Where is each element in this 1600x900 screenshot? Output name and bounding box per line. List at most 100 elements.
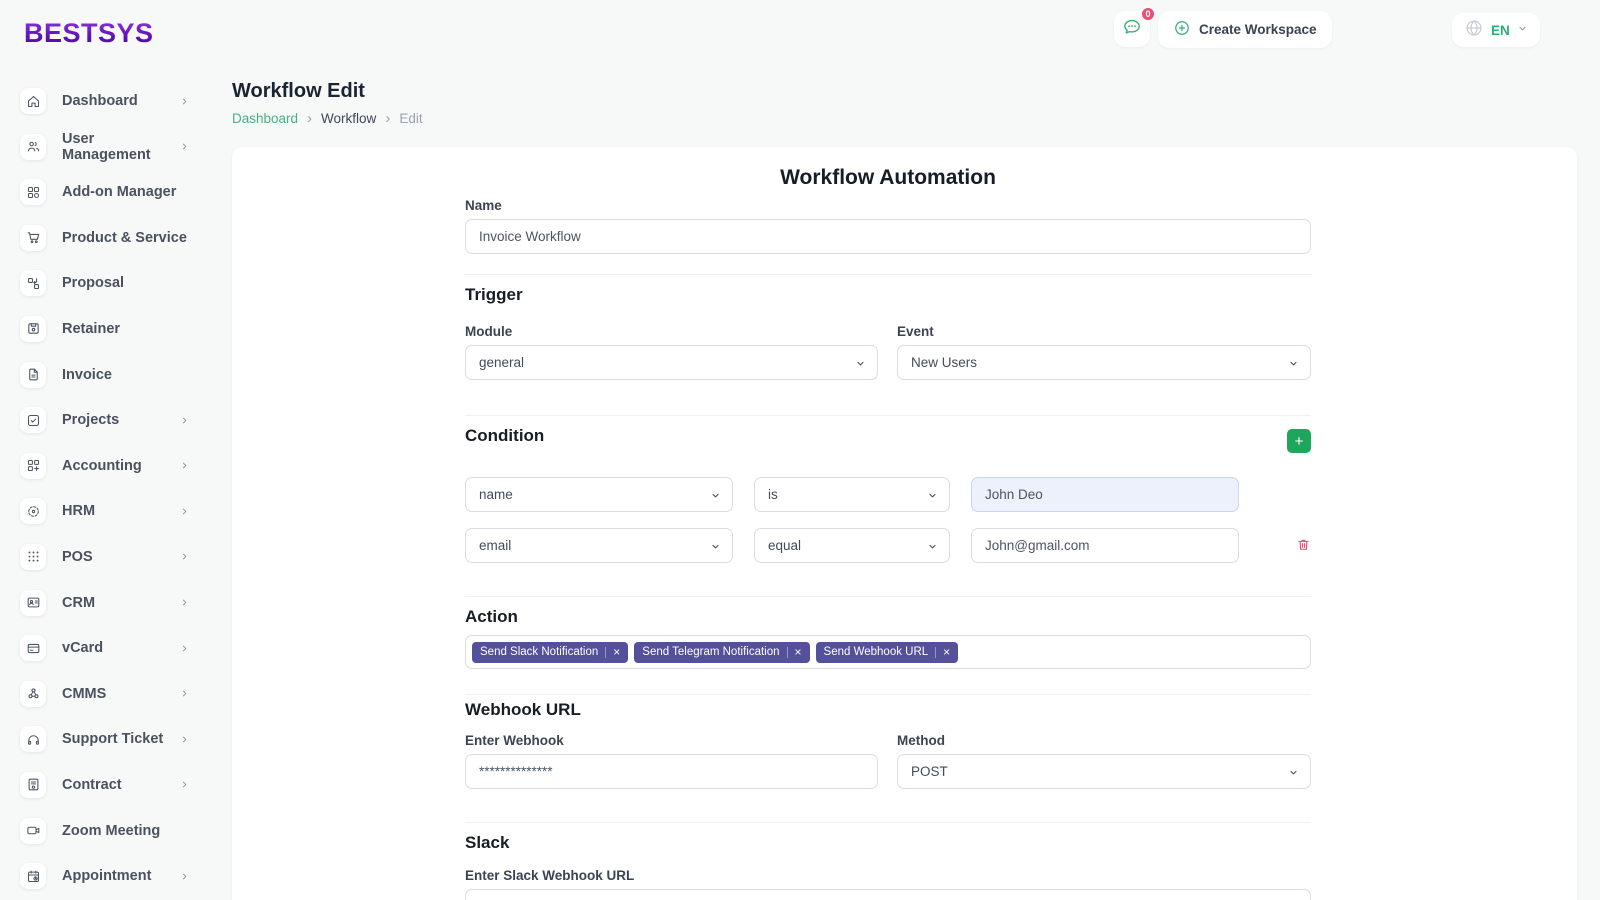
sidebar-item-label: User Management [62, 131, 180, 163]
method-select-value: POST [911, 764, 948, 779]
remove-tag-button[interactable]: × [795, 646, 802, 658]
condition-operator-select[interactable]: is [754, 477, 950, 512]
page-title: Workflow Edit [232, 80, 423, 103]
sidebar-item-cmms[interactable]: CMMS [0, 681, 207, 707]
document-seal-icon [20, 772, 46, 798]
chevron-down-icon [1517, 21, 1528, 39]
chat-button[interactable]: 0 [1114, 11, 1150, 47]
chevron-right-icon [180, 780, 189, 789]
sidebar-item-label: Accounting [62, 458, 180, 474]
credit-card-icon [20, 635, 46, 661]
sidebar-item-invoice[interactable]: Invoice [0, 362, 207, 388]
users-icon [20, 134, 46, 160]
event-select[interactable]: New Users [897, 345, 1311, 380]
method-label: Method [897, 732, 1311, 749]
chevron-right-icon [180, 598, 189, 607]
enter-slack-webhook-label: Enter Slack Webhook URL [465, 867, 1311, 884]
nodes-icon [20, 681, 46, 707]
chevron-right-icon [180, 507, 189, 516]
sidebar-item-crm[interactable]: CRM [0, 590, 207, 616]
sidebar-item-product-service[interactable]: Product & Service [0, 225, 207, 251]
dots-grid-icon [20, 544, 46, 570]
sidebar-nav: Dashboard User Management Add-on Manager Pr… [0, 88, 207, 900]
cart-icon [20, 225, 46, 251]
sidebar-item-zoom-meeting[interactable]: Zoom Meeting [0, 818, 207, 844]
chevron-right-icon [180, 689, 189, 698]
action-tag-label: Send Slack Notification [480, 646, 598, 658]
breadcrumb-item[interactable]: Dashboard [232, 111, 298, 126]
sidebar-item-support-ticket[interactable]: Support Ticket [0, 726, 207, 752]
chevron-right-icon [180, 416, 189, 425]
module-select[interactable]: general [465, 345, 878, 380]
sidebar-item-label: Support Ticket [62, 731, 180, 747]
sidebar-item-label: Invoice [62, 367, 207, 383]
action-tag-label: Send Webhook URL [824, 646, 929, 658]
condition-field-select[interactable]: name [465, 477, 733, 512]
condition-operator-select[interactable]: equal [754, 528, 950, 563]
file-icon [20, 362, 46, 388]
chevron-right-icon [180, 735, 189, 744]
sidebar-item-label: HRM [62, 503, 180, 519]
sidebar-item-label: CRM [62, 595, 180, 611]
swap-icon [20, 270, 46, 296]
add-condition-button[interactable]: + [1287, 429, 1311, 453]
sidebar-item-label: Retainer [62, 321, 207, 337]
condition-field-select[interactable]: email [465, 528, 733, 563]
delete-condition-button[interactable] [1296, 537, 1311, 555]
condition-heading: Condition [465, 425, 544, 447]
save-icon [20, 316, 46, 342]
breadcrumb-item: Edit [399, 111, 422, 126]
condition-value-input[interactable] [971, 477, 1239, 512]
target-icon [20, 498, 46, 524]
chevron-down-icon [927, 541, 938, 552]
action-tags-input[interactable]: Send Slack Notification×Send Telegram No… [465, 635, 1311, 669]
condition-field-select-value: name [479, 487, 513, 502]
sidebar-item-vcard[interactable]: vCard [0, 635, 207, 661]
sidebar-item-dashboard[interactable]: Dashboard [0, 88, 207, 114]
language-selector[interactable]: EN [1452, 13, 1540, 47]
globe-icon [1464, 18, 1484, 43]
calendar-icon [20, 863, 46, 889]
create-workspace-button[interactable]: Create Workspace [1158, 11, 1332, 48]
condition-operator-select-value: equal [768, 538, 801, 553]
brand-logo[interactable]: BESTSYS [24, 18, 154, 49]
method-select[interactable]: POST [897, 754, 1311, 789]
sidebar-item-projects[interactable]: Projects [0, 407, 207, 433]
sidebar-item-user-management[interactable]: User Management [0, 134, 207, 160]
slack-heading: Slack [465, 832, 1311, 854]
chevron-down-icon [927, 490, 938, 501]
card-title: Workflow Automation [465, 147, 1311, 191]
chevron-down-icon [1288, 767, 1299, 778]
workflow-name-input[interactable] [465, 219, 1311, 254]
condition-row: name is [465, 477, 1311, 512]
sidebar-item-accounting[interactable]: Accounting [0, 453, 207, 479]
sidebar-item-add-on-manager[interactable]: Add-on Manager [0, 179, 207, 205]
sidebar-item-label: Projects [62, 412, 180, 428]
breadcrumb-item[interactable]: Workflow [321, 111, 376, 126]
webhook-url-input[interactable] [465, 754, 878, 789]
section-divider [465, 822, 1311, 823]
sidebar-item-pos[interactable]: POS [0, 544, 207, 570]
sidebar-item-contract[interactable]: Contract [0, 772, 207, 798]
chevron-right-icon [180, 644, 189, 653]
module-label: Module [465, 323, 878, 340]
remove-tag-button[interactable]: × [613, 646, 620, 658]
sidebar-item-proposal[interactable]: Proposal [0, 270, 207, 296]
event-select-value: New Users [911, 355, 977, 370]
slack-webhook-url-input[interactable] [465, 889, 1311, 900]
chevron-right-icon [180, 461, 189, 470]
condition-value-input[interactable] [971, 528, 1239, 563]
sidebar-item-retainer[interactable]: Retainer [0, 316, 207, 342]
remove-tag-button[interactable]: × [943, 646, 950, 658]
sidebar-item-label: POS [62, 549, 180, 565]
sidebar-item-label: Dashboard [62, 93, 180, 109]
sidebar-item-appointment[interactable]: Appointment [0, 863, 207, 889]
breadcrumb: Dashboard›Workflow›Edit [232, 111, 423, 126]
sidebar-item-hrm[interactable]: HRM [0, 498, 207, 524]
section-divider [465, 596, 1311, 597]
condition-operator-select-value: is [768, 487, 778, 502]
action-heading: Action [465, 606, 1311, 628]
event-label: Event [897, 323, 1311, 340]
condition-row: email equal [465, 528, 1311, 563]
chevron-down-icon [710, 490, 721, 501]
